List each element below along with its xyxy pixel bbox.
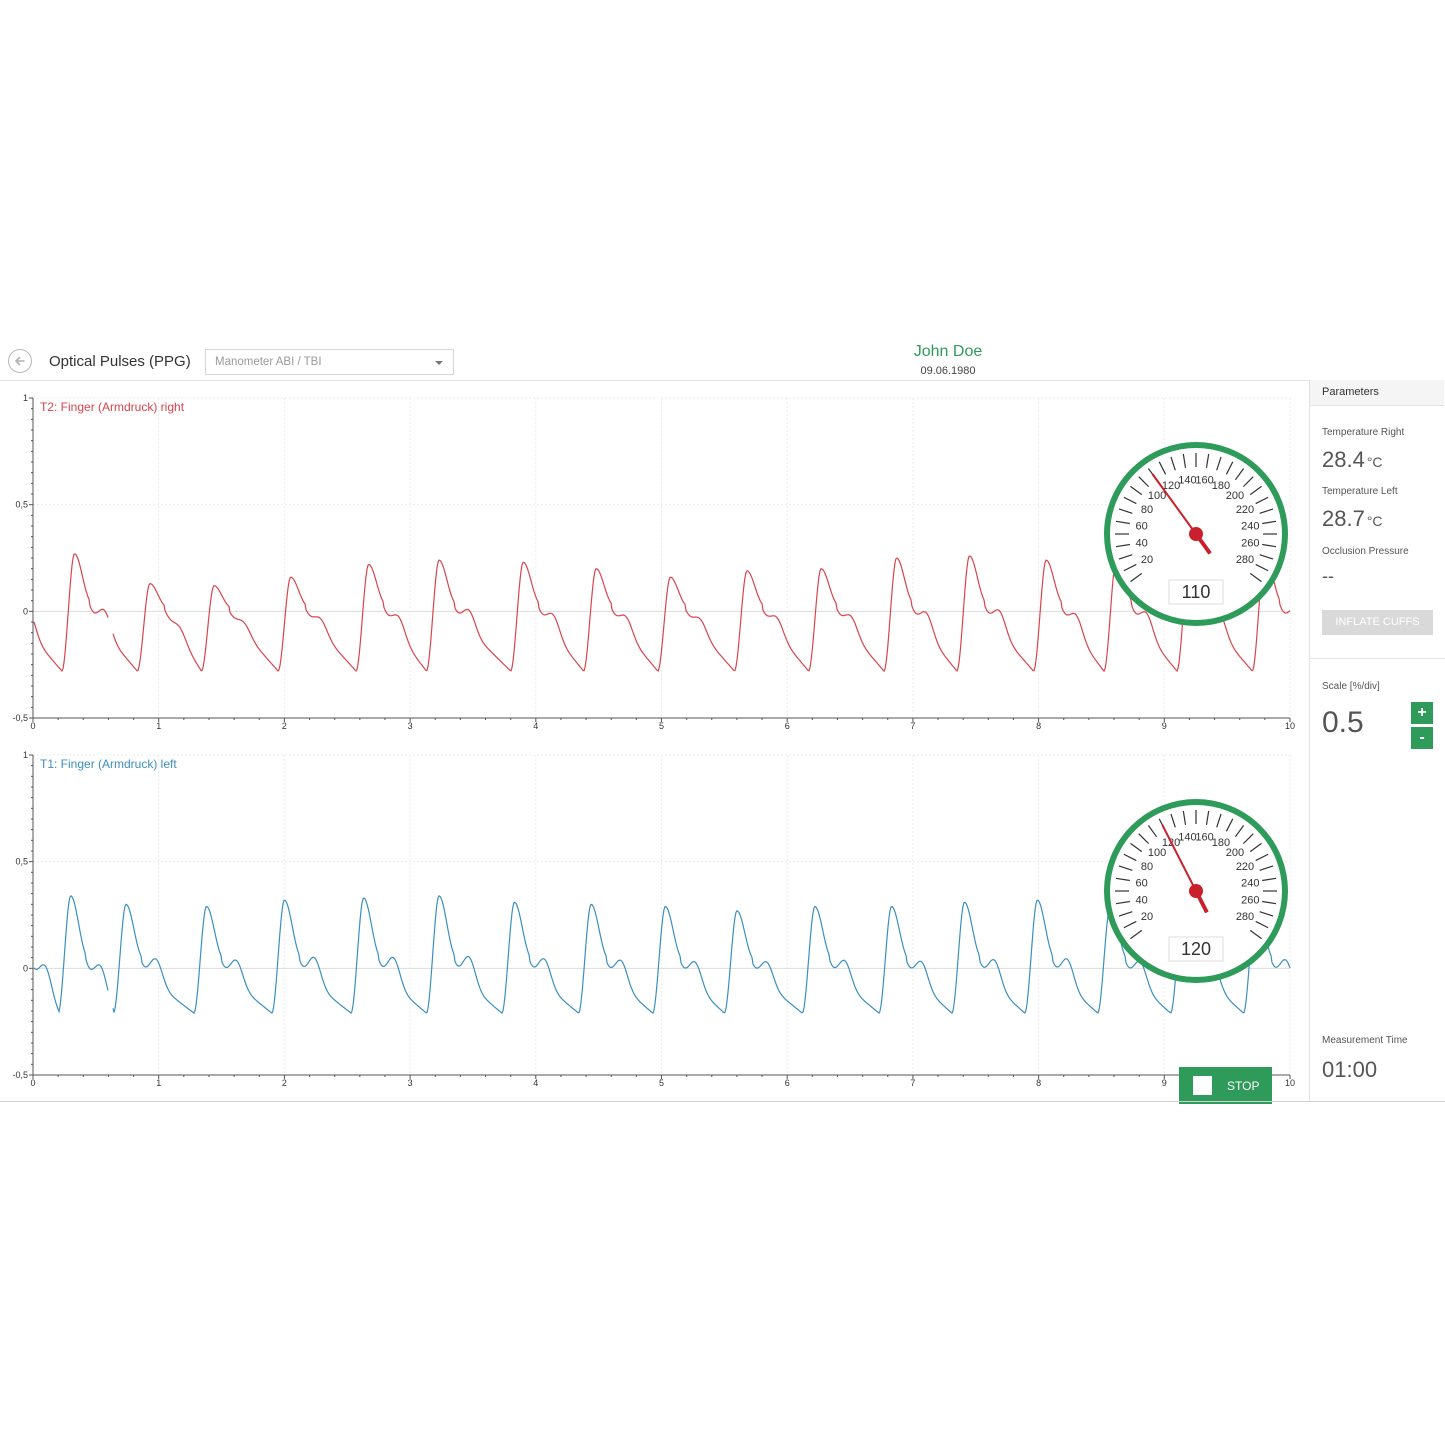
gauge-scale-label: 40 xyxy=(1136,895,1148,907)
gauge-scale-label: 40 xyxy=(1136,538,1148,550)
scale-decrease-button[interactable]: - xyxy=(1411,727,1433,749)
chart-panel-2: 0 1 2 3 4 5 6 7 8 9 1010,50-0,5T1: Finger (Armdruc… xyxy=(12,750,1295,1088)
gauge-scale-label: 240 xyxy=(1241,877,1259,889)
arrow-left-icon xyxy=(15,356,25,366)
inflate-cuffs-button[interactable]: INFLATE CUFFS xyxy=(1322,610,1433,635)
gauge-scale-label: 20 xyxy=(1141,911,1153,923)
gauge-scale-label: 200 xyxy=(1226,490,1244,502)
charts-area: 0 1 2 3 4 5 6 7 8 9 10 1 0,5 0 -0,5 T2: Finger (Armdruc… xyxy=(0,381,1308,1104)
chart-title: T2: Finger (Armdruck) right xyxy=(40,400,185,414)
gauge-scale-label: 140 xyxy=(1178,832,1196,844)
parameters-panel: Parameters Temperature Right 28.4 °C Temp… xyxy=(1309,380,1445,1102)
x-tick-label: 9 xyxy=(1162,1078,1167,1088)
gauge-hub xyxy=(1189,527,1203,541)
chevron-down-icon xyxy=(435,361,443,365)
x-tick-label: 7 xyxy=(910,721,915,731)
temp-left-label: Temperature Left xyxy=(1322,486,1398,497)
scale-value: 0.5 xyxy=(1322,706,1364,739)
parameters-heading: Parameters xyxy=(1322,386,1379,398)
gauge-hub xyxy=(1189,884,1203,898)
x-tick-label: 4 xyxy=(533,1078,538,1088)
pressure-gauge: 2040608010012014016018020022024026028012… xyxy=(1104,799,1288,983)
x-tick-label: 5 xyxy=(659,721,664,731)
gauge-scale-label: 280 xyxy=(1236,911,1254,923)
x-tick-label: 0 xyxy=(30,1078,35,1088)
app-window: Optical Pulses (PPG) Manometer ABI / TBI… xyxy=(0,340,1445,1104)
x-tick-label: 9 xyxy=(1162,721,1167,731)
temp-left-value: 28.7 xyxy=(1322,506,1365,531)
y-tick-label: 0,5 xyxy=(15,857,28,867)
x-tick-label: 2 xyxy=(282,721,287,731)
x-tick-label: 1 xyxy=(156,721,161,731)
ppg-charts: 0 1 2 3 4 5 6 7 8 9 1010,50-0,5T2: Finger (Armdruc… xyxy=(12,393,1295,1088)
x-tick-label: 10 xyxy=(1285,1078,1295,1088)
mode-select-value: Manometer ABI / TBI xyxy=(215,356,322,368)
temp-left-unit: °C xyxy=(1366,513,1383,529)
top-bar: Optical Pulses (PPG) Manometer ABI / TBI… xyxy=(0,340,1445,381)
gauge-scale-label: 60 xyxy=(1136,877,1148,889)
x-tick-label: 6 xyxy=(785,1078,790,1088)
temp-right-label: Temperature Right xyxy=(1322,427,1405,438)
gauge-scale-label: 260 xyxy=(1241,895,1259,907)
chart-panel-1: 0 1 2 3 4 5 6 7 8 9 1010,50-0,5T2: Finger (Armdruc… xyxy=(12,393,1295,731)
y-tick-label: 1 xyxy=(23,750,28,760)
page-title: Optical Pulses (PPG) xyxy=(49,353,191,370)
x-tick-label: 6 xyxy=(785,721,790,731)
temp-right-value: 28.4 xyxy=(1322,447,1365,472)
patient-name: John Doe xyxy=(913,343,983,360)
gauge-scale-label: 200 xyxy=(1226,847,1244,859)
measurement-time-label: Measurement Time xyxy=(1322,1035,1408,1046)
y-tick-label: -0,5 xyxy=(12,713,28,723)
temp-right-readout: 28.4 °C xyxy=(1322,447,1383,473)
gauge-scale-label: 80 xyxy=(1141,504,1153,516)
gauge-scale-label: 140 xyxy=(1178,475,1196,487)
stop-icon xyxy=(1193,1076,1212,1095)
y-tick-label: 0 xyxy=(23,606,28,616)
temp-right-unit: °C xyxy=(1366,454,1383,470)
y-tick-label: 1 xyxy=(23,393,28,403)
gauge-scale-label: 240 xyxy=(1241,520,1259,532)
x-tick-label: 3 xyxy=(408,1078,413,1088)
x-tick-label: 4 xyxy=(533,721,538,731)
gauge-scale-label: 260 xyxy=(1241,538,1259,550)
bottom-border xyxy=(0,1101,1445,1102)
gauge-scale-label: 280 xyxy=(1236,554,1254,566)
x-tick-label: 5 xyxy=(659,1078,664,1088)
x-tick-label: 8 xyxy=(1036,721,1041,731)
divider xyxy=(1310,658,1445,659)
gauge-scale-label: 220 xyxy=(1236,504,1254,516)
gauge-readout: 110 xyxy=(1182,582,1211,602)
pressure-gauge: 2040608010012014016018020022024026028011… xyxy=(1104,442,1288,626)
y-tick-label: 0,5 xyxy=(15,500,28,510)
gauge-readout: 120 xyxy=(1181,939,1211,959)
measurement-time-value: 01:00 xyxy=(1322,1057,1378,1082)
x-tick-label: 1 xyxy=(156,1078,161,1088)
back-button[interactable] xyxy=(8,349,32,373)
y-tick-label: -0,5 xyxy=(12,1070,28,1080)
occlusion-value: -- xyxy=(1322,566,1334,586)
x-tick-label: 3 xyxy=(408,721,413,731)
patient-dob: 09.06.1980 xyxy=(920,365,976,377)
scale-label: Scale [%/div] xyxy=(1322,681,1380,692)
gauge-scale-label: 80 xyxy=(1141,861,1153,873)
scale-increase-button[interactable]: + xyxy=(1411,702,1433,724)
temp-left-readout: 28.7 °C xyxy=(1322,506,1383,532)
y-tick-label: 0 xyxy=(23,963,28,973)
stop-button[interactable]: STOP xyxy=(1179,1067,1272,1104)
x-tick-label: 10 xyxy=(1285,721,1295,731)
x-tick-label: 0 xyxy=(30,721,35,731)
x-tick-label: 2 xyxy=(282,1078,287,1088)
x-tick-label: 8 xyxy=(1036,1078,1041,1088)
gauge-scale-label: 20 xyxy=(1141,554,1153,566)
gauge-scale-label: 220 xyxy=(1236,861,1254,873)
occlusion-label: Occlusion Pressure xyxy=(1322,546,1409,557)
gauge-scale-label: 60 xyxy=(1136,520,1148,532)
chart-title: T1: Finger (Armdruck) left xyxy=(40,757,177,771)
mode-select[interactable]: Manometer ABI / TBI xyxy=(205,349,454,375)
stop-button-label: STOP xyxy=(1227,1079,1260,1093)
x-tick-label: 7 xyxy=(910,1078,915,1088)
parameters-header: Parameters xyxy=(1310,380,1444,406)
